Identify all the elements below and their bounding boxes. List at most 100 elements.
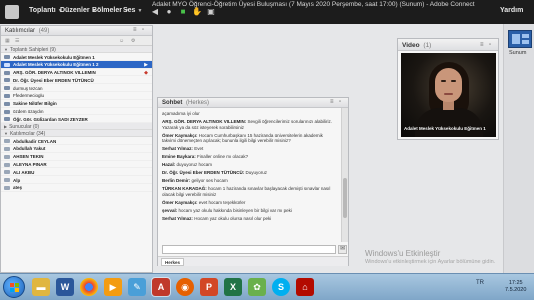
webcam-person-face bbox=[435, 68, 462, 102]
speaker-icon[interactable]: ◀ bbox=[150, 6, 160, 17]
skype-icon[interactable]: S bbox=[272, 278, 290, 296]
mouth bbox=[444, 93, 453, 95]
attendee-name: özdem özaydın bbox=[13, 109, 44, 115]
meeting-menu-bar: Adalet MYO Öğrenci-Öğretim Üyesi Buluşma… bbox=[0, 0, 534, 24]
attendee-name: ALI AKBU bbox=[13, 169, 35, 175]
menu-toplanti[interactable]: Toplantı ▼ bbox=[29, 7, 63, 14]
photos-icon[interactable]: ✿ bbox=[248, 278, 266, 296]
maximize-icon[interactable]: ▫ bbox=[339, 99, 341, 105]
chat-message: Dr. Öğr. Üyesi Eber ERDEN TÜTÜNCÜ: Duyuy… bbox=[162, 170, 338, 176]
attendee-row[interactable]: Abdullah Yakut bbox=[1, 145, 152, 153]
chat-scrollbar[interactable] bbox=[341, 108, 348, 242]
attendees-pod: Katılımcılar (49) ≡ ▫ ▦ ☰ ☺ ⚙ ▼ Toplantı … bbox=[0, 25, 153, 273]
attendee-row[interactable]: ateş bbox=[1, 184, 152, 192]
windows-taskbar: ▬ W ▶ ✎ A ◉ P X ✿ S ⌂ TR 17:25 7.5.2020 bbox=[0, 273, 534, 300]
help-menu[interactable]: Yardım bbox=[500, 7, 523, 14]
maximize-icon[interactable]: ▫ bbox=[489, 42, 491, 48]
adobe-connect-icon[interactable]: A bbox=[151, 277, 171, 297]
camera-icon[interactable]: ■ bbox=[178, 6, 188, 17]
system-clock[interactable]: 17:25 7.5.2020 bbox=[505, 280, 526, 294]
attendees-pod-header: Katılımcılar (49) ≡ ▫ bbox=[1, 26, 152, 36]
attendee-row[interactable]: AHSEN TEKIN bbox=[1, 153, 152, 161]
webcam-feed[interactable]: Adalet Meslek Yüksekokulu Eğitmen 1 bbox=[401, 53, 496, 137]
participants-group-header[interactable]: ▼ Katılımcılar (34) bbox=[1, 130, 152, 138]
hosts-group-header[interactable]: ▼ Toplantı Sahipleri (9) bbox=[1, 46, 152, 53]
expand-triangle-icon: ▶ bbox=[4, 124, 8, 130]
chat-pod-header: Sohbet (Herkes) ≡ ▫ bbox=[158, 98, 348, 108]
share-screen-icon[interactable]: ▣ bbox=[206, 6, 216, 17]
video-title: Video bbox=[402, 42, 420, 49]
attendee-row[interactable]: özdem özaydın bbox=[1, 108, 152, 116]
pod-options-icon[interactable]: ≡ bbox=[330, 99, 334, 105]
chat-scope: (Herkes) bbox=[186, 100, 210, 106]
powerpoint-icon[interactable]: P bbox=[200, 278, 218, 296]
chat-message: Ömer Kaymakçı: evet hocam teşekkürler bbox=[162, 200, 338, 206]
windows-logo-icon bbox=[10, 283, 20, 293]
attendee-row[interactable]: Sakine Nilüfer Bilgin bbox=[1, 100, 152, 108]
language-indicator[interactable]: TR bbox=[476, 280, 484, 286]
chat-sender: TÜRKAN KARADAĞ: bbox=[162, 186, 207, 192]
group-label: Sunucular (0) bbox=[9, 124, 40, 131]
settings-icon[interactable]: ⚙ bbox=[131, 38, 135, 44]
participant-icon bbox=[4, 154, 10, 159]
attendee-row[interactable]: Dr. Öğr. Üyesi Eber ERDEN TÜTÜNCÜ bbox=[1, 76, 152, 85]
chrome-icon[interactable] bbox=[80, 278, 98, 296]
chat-tab-everyone[interactable]: Herkes bbox=[161, 258, 185, 266]
activation-watermark-title: Windows'u Etkinleştir bbox=[365, 249, 441, 258]
presenters-group-header[interactable]: ▶ Sunucular (0) bbox=[1, 123, 152, 131]
explorer-icon[interactable]: ▬ bbox=[32, 278, 50, 296]
firefox-icon[interactable]: ◉ bbox=[176, 278, 194, 296]
paint-icon[interactable]: ✎ bbox=[128, 278, 146, 296]
attendee-row[interactable]: Adalet Meslek Yüksekokulu Eğitmen 1 2 ▶ bbox=[1, 60, 152, 69]
webcam-caption: Adalet Meslek Yüksekokulu Eğitmen 1 bbox=[404, 126, 486, 131]
attendee-row[interactable]: Abdulkadir CEYLAN bbox=[1, 137, 152, 145]
menu-ses[interactable]: Ses ▼ bbox=[123, 7, 142, 14]
word-icon[interactable]: W bbox=[56, 278, 74, 296]
chat-sender: Hazal: bbox=[162, 162, 176, 168]
chat-message: açamadıma iyi olur bbox=[162, 111, 338, 117]
pod-options-icon[interactable]: ≡ bbox=[480, 42, 484, 48]
pod-options-icon[interactable]: ≡ bbox=[133, 27, 137, 33]
maximize-icon[interactable]: ▫ bbox=[142, 27, 144, 33]
menu-label: Bölmeler bbox=[92, 7, 122, 14]
attendee-row[interactable]: durmuş tezcan bbox=[1, 84, 152, 92]
layout-label: Sunum bbox=[509, 50, 527, 56]
attendee-name: Abdullah Yakut bbox=[13, 146, 46, 152]
chat-sender: Ömer Kaymakçı: bbox=[162, 132, 198, 138]
video-count: (1) bbox=[423, 42, 432, 49]
attendee-row[interactable]: Öğr. Gör. Gülizardan SADI ZEYZER bbox=[1, 115, 152, 124]
microphone-icon[interactable]: ● bbox=[164, 6, 174, 17]
status-icon[interactable]: ☺ bbox=[119, 38, 124, 44]
chat-text: açamadıma iyi olur bbox=[162, 111, 200, 116]
attendee-name: ALEYNA PINAR bbox=[13, 162, 47, 168]
layout-presentation-button[interactable] bbox=[508, 30, 532, 48]
media-player-icon[interactable]: ▶ bbox=[104, 278, 122, 296]
attendee-row[interactable]: Ffedermecioglu bbox=[1, 92, 152, 100]
attendee-row[interactable]: Alp bbox=[1, 176, 152, 184]
scroll-thumb[interactable] bbox=[343, 178, 347, 218]
send-message-icon[interactable]: ✉ bbox=[338, 245, 347, 254]
grid-view-icon[interactable]: ▦ bbox=[5, 38, 10, 44]
list-view-icon[interactable]: ☰ bbox=[15, 38, 19, 44]
webcam-status-icon: ▶ bbox=[144, 61, 148, 68]
host-icon bbox=[4, 62, 10, 67]
acrobat-icon[interactable]: ⌂ bbox=[296, 278, 314, 296]
chat-message-input[interactable] bbox=[162, 245, 336, 254]
excel-icon[interactable]: X bbox=[224, 278, 242, 296]
attendee-row[interactable]: ALEYNA PINAR bbox=[1, 161, 152, 169]
collapse-triangle-icon: ▼ bbox=[4, 47, 8, 52]
attendee-name: durmuş tezcan bbox=[13, 85, 43, 91]
start-button[interactable] bbox=[3, 276, 25, 298]
attendee-row[interactable]: Adalet Meslek Yüksekokulu Eğitmen 1 bbox=[1, 53, 152, 61]
chat-text: Duyuyoruz bbox=[245, 170, 268, 176]
chat-messages: açamadıma iyi olur ARŞ. GÖR. DERYA ALTIN… bbox=[158, 108, 342, 242]
attendee-name: Ffedermecioglu bbox=[13, 93, 45, 99]
chat-message: Emine Baykara: Finaller online mı olacak… bbox=[162, 154, 338, 160]
attendee-row[interactable]: ALI AKBU bbox=[1, 168, 152, 177]
participant-icon bbox=[4, 170, 10, 175]
raise-hand-icon[interactable]: ✋ bbox=[192, 6, 202, 17]
adobe-connect-logo bbox=[5, 5, 19, 19]
layout-thumb-icon bbox=[512, 34, 520, 44]
attendee-row[interactable]: ARŞ. GÖR. DERYA ALTINOK VILLEMIN ◆ bbox=[1, 69, 152, 77]
chat-sender: ARŞ. GÖR. DERYA ALTINOK VILLEMIN: bbox=[162, 118, 247, 124]
